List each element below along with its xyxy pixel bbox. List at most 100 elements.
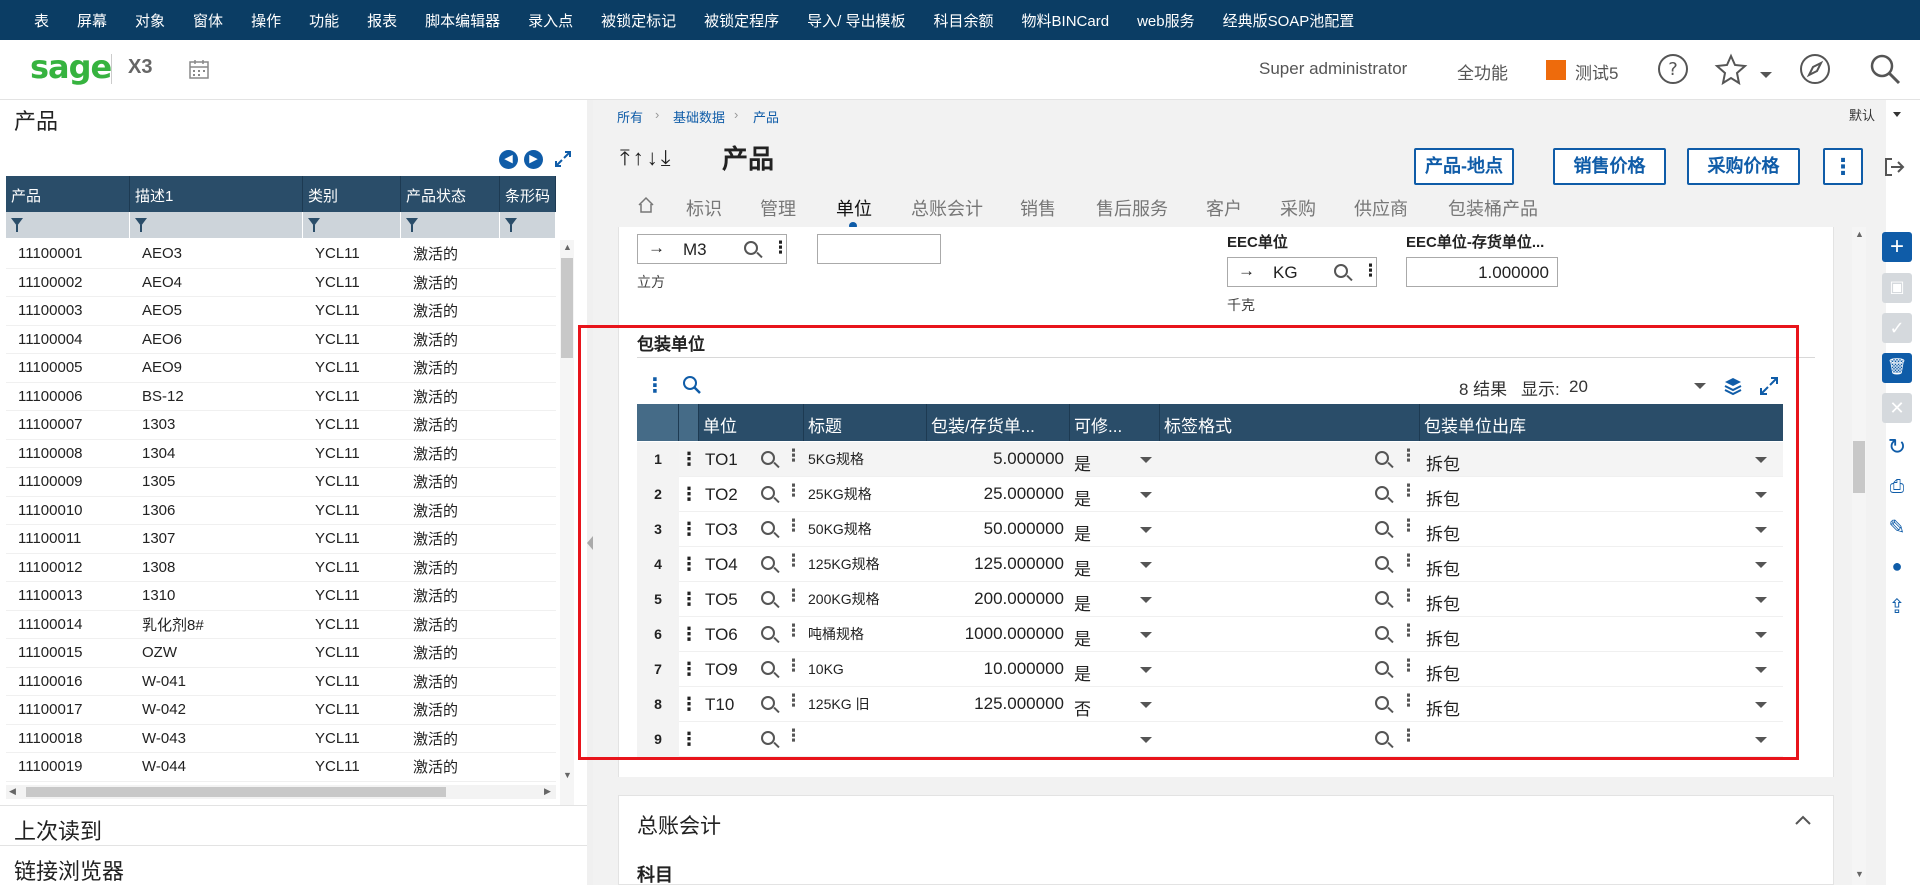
record-navigation-arrows[interactable]: ⤒↑↓⤓: [620, 145, 673, 171]
filter-cell[interactable]: [500, 212, 556, 238]
default-view-selector[interactable]: 默认: [1849, 105, 1875, 124]
qty-cell[interactable]: 125.000000: [927, 694, 1070, 714]
sales-price-button[interactable]: 销售价格: [1553, 148, 1666, 185]
menu-item[interactable]: 窗体: [193, 10, 223, 31]
search-icon[interactable]: [744, 241, 758, 255]
help-icon[interactable]: ?: [1656, 52, 1690, 86]
more-icon[interactable]: ⋮: [1400, 656, 1417, 676]
print-icon[interactable]: ⎙: [1882, 471, 1912, 501]
expand-icon[interactable]: [1759, 376, 1779, 396]
row-menu-icon[interactable]: ⋮: [679, 519, 699, 540]
column-header[interactable]: 标题: [804, 404, 927, 441]
title-cell[interactable]: 5KG规格: [804, 449, 927, 469]
grid-row[interactable]: 2 ⋮ TO2 ⋮ 25KG规格 25.000000 是 ⋮ 拆包: [637, 476, 1783, 512]
compass-icon[interactable]: [1798, 52, 1832, 86]
grid-row[interactable]: 1 ⋮ TO1 ⋮ 5KG规格 5.000000 是 ⋮ 拆包: [637, 441, 1783, 477]
cancel-icon[interactable]: ✕: [1882, 393, 1912, 423]
eec-unit-field[interactable]: → KG ⋮: [1227, 257, 1379, 287]
filter-cell[interactable]: [130, 212, 303, 238]
filter-icon[interactable]: [11, 218, 23, 232]
more-icon[interactable]: ⋮: [1400, 726, 1417, 746]
tab-management[interactable]: 管理: [760, 195, 796, 221]
search-icon[interactable]: [1375, 695, 1389, 710]
qty-cell[interactable]: 5.000000: [927, 449, 1070, 469]
arrow-right-icon[interactable]: →: [1238, 261, 1255, 281]
table-row[interactable]: 11100002 AEO4 YCL11 激活的: [6, 269, 556, 297]
table-row[interactable]: 11100014 乳化剂8# YCL11 激活的: [6, 611, 556, 639]
column-header[interactable]: 包装/存货单...: [927, 404, 1070, 441]
add-icon[interactable]: +: [1882, 232, 1912, 262]
unit-cell[interactable]: TO4: [705, 555, 738, 575]
search-icon[interactable]: [1334, 264, 1348, 278]
chevron-down-icon[interactable]: [1140, 666, 1152, 673]
table-row[interactable]: 11100013 1310 YCL11 激活的: [6, 582, 556, 611]
qty-cell[interactable]: 25.000000: [927, 484, 1070, 504]
menu-item[interactable]: 导入/ 导出模板: [807, 10, 905, 31]
unit-cell[interactable]: TO9: [705, 660, 738, 680]
chevron-down-icon[interactable]: [1755, 666, 1767, 673]
content-vertical-scrollbar[interactable]: ▲ ▼: [1852, 227, 1866, 885]
search-icon[interactable]: [761, 450, 775, 465]
unit-cell[interactable]: TO6: [705, 625, 738, 645]
filter-icon[interactable]: [505, 218, 517, 232]
column-header[interactable]: 条形码: [500, 176, 556, 212]
tab-identification[interactable]: 标识: [686, 195, 722, 221]
row-menu-icon[interactable]: ⋮: [679, 484, 699, 505]
outbound-cell[interactable]: 拆包: [1426, 450, 1460, 475]
refresh-icon[interactable]: ↻: [1882, 432, 1912, 462]
qty-cell[interactable]: 125.000000: [927, 554, 1070, 574]
left-horizontal-scrollbar[interactable]: ◀ ▶: [6, 785, 556, 799]
more-icon[interactable]: ⋮: [1362, 261, 1379, 281]
search-icon[interactable]: [1375, 450, 1389, 465]
grid-row[interactable]: 7 ⋮ TO9 ⋮ 10KG 10.000000 是 ⋮ 拆包: [637, 651, 1783, 687]
chevron-up-icon[interactable]: [1794, 814, 1812, 826]
chevron-down-icon[interactable]: [1140, 491, 1152, 498]
display-count-select[interactable]: 20: [1569, 377, 1588, 397]
table-row[interactable]: 11100009 1305 YCL11 激活的: [6, 468, 556, 497]
grid-row[interactable]: 4 ⋮ TO4 ⋮ 125KG规格 125.000000 是 ⋮ 拆包: [637, 546, 1783, 582]
expand-icon[interactable]: [554, 150, 572, 168]
search-icon[interactable]: [761, 730, 775, 745]
more-icon[interactable]: ⋮: [785, 551, 802, 571]
save-icon[interactable]: ▣: [1882, 273, 1912, 303]
chevron-down-icon[interactable]: [1140, 526, 1152, 533]
last-read-section[interactable]: 上次读到: [0, 805, 587, 845]
grid-row[interactable]: 8 ⋮ T10 ⋮ 125KG 旧 125.000000 否 ⋮ 拆包: [637, 686, 1783, 722]
chevron-down-icon[interactable]: [1755, 596, 1767, 603]
row-menu-icon[interactable]: ⋮: [679, 449, 699, 470]
column-header[interactable]: 描述1: [130, 176, 303, 212]
qty-cell[interactable]: 1000.000000: [927, 624, 1070, 644]
title-cell[interactable]: 25KG规格: [804, 484, 927, 504]
grid-row[interactable]: 5 ⋮ TO5 ⋮ 200KG规格 200.000000 是 ⋮ 拆包: [637, 581, 1783, 617]
table-row[interactable]: 11100003 AEO5 YCL11 激活的: [6, 297, 556, 326]
title-cell[interactable]: 吨桶规格: [804, 624, 927, 644]
chevron-down-icon[interactable]: [1140, 701, 1152, 708]
chevron-down-icon[interactable]: [1755, 701, 1767, 708]
chevron-down-icon[interactable]: [1140, 631, 1152, 638]
search-icon[interactable]: [1375, 625, 1389, 640]
menu-item[interactable]: 功能: [309, 10, 339, 31]
comment-icon[interactable]: ●: [1882, 551, 1912, 581]
menu-item[interactable]: 被锁定标记: [601, 10, 676, 31]
column-header[interactable]: 包装单位出库: [1420, 404, 1783, 441]
more-icon[interactable]: ⋮: [1400, 621, 1417, 641]
more-icon[interactable]: ⋮: [1400, 481, 1417, 501]
title-cell[interactable]: 125KG 旧: [804, 694, 927, 714]
chevron-down-icon[interactable]: [1140, 596, 1152, 603]
table-row[interactable]: 11100019 W-044 YCL11 激活的: [6, 753, 556, 782]
search-icon[interactable]: [761, 660, 775, 675]
tab-gl-accounting[interactable]: 总账会计: [911, 195, 983, 221]
unit-secondary-field[interactable]: [817, 234, 941, 264]
table-row[interactable]: 11100004 AEO6 YCL11 激活的: [6, 326, 556, 354]
chevron-down-icon[interactable]: [1755, 491, 1767, 498]
chevron-down-icon[interactable]: [1755, 631, 1767, 638]
modifiable-cell[interactable]: 是: [1074, 555, 1091, 580]
grid-row[interactable]: 6 ⋮ TO6 ⋮ 吨桶规格 1000.000000 是 ⋮ 拆包: [637, 616, 1783, 652]
search-icon[interactable]: [1375, 730, 1389, 745]
row-menu-icon[interactable]: ⋮: [679, 694, 699, 715]
menu-item[interactable]: web服务: [1137, 10, 1195, 31]
filter-icon[interactable]: [135, 218, 147, 232]
unit-cell[interactable]: TO1: [705, 450, 738, 470]
tab-sales[interactable]: 销售: [1020, 195, 1056, 221]
column-header[interactable]: 产品: [6, 176, 130, 212]
